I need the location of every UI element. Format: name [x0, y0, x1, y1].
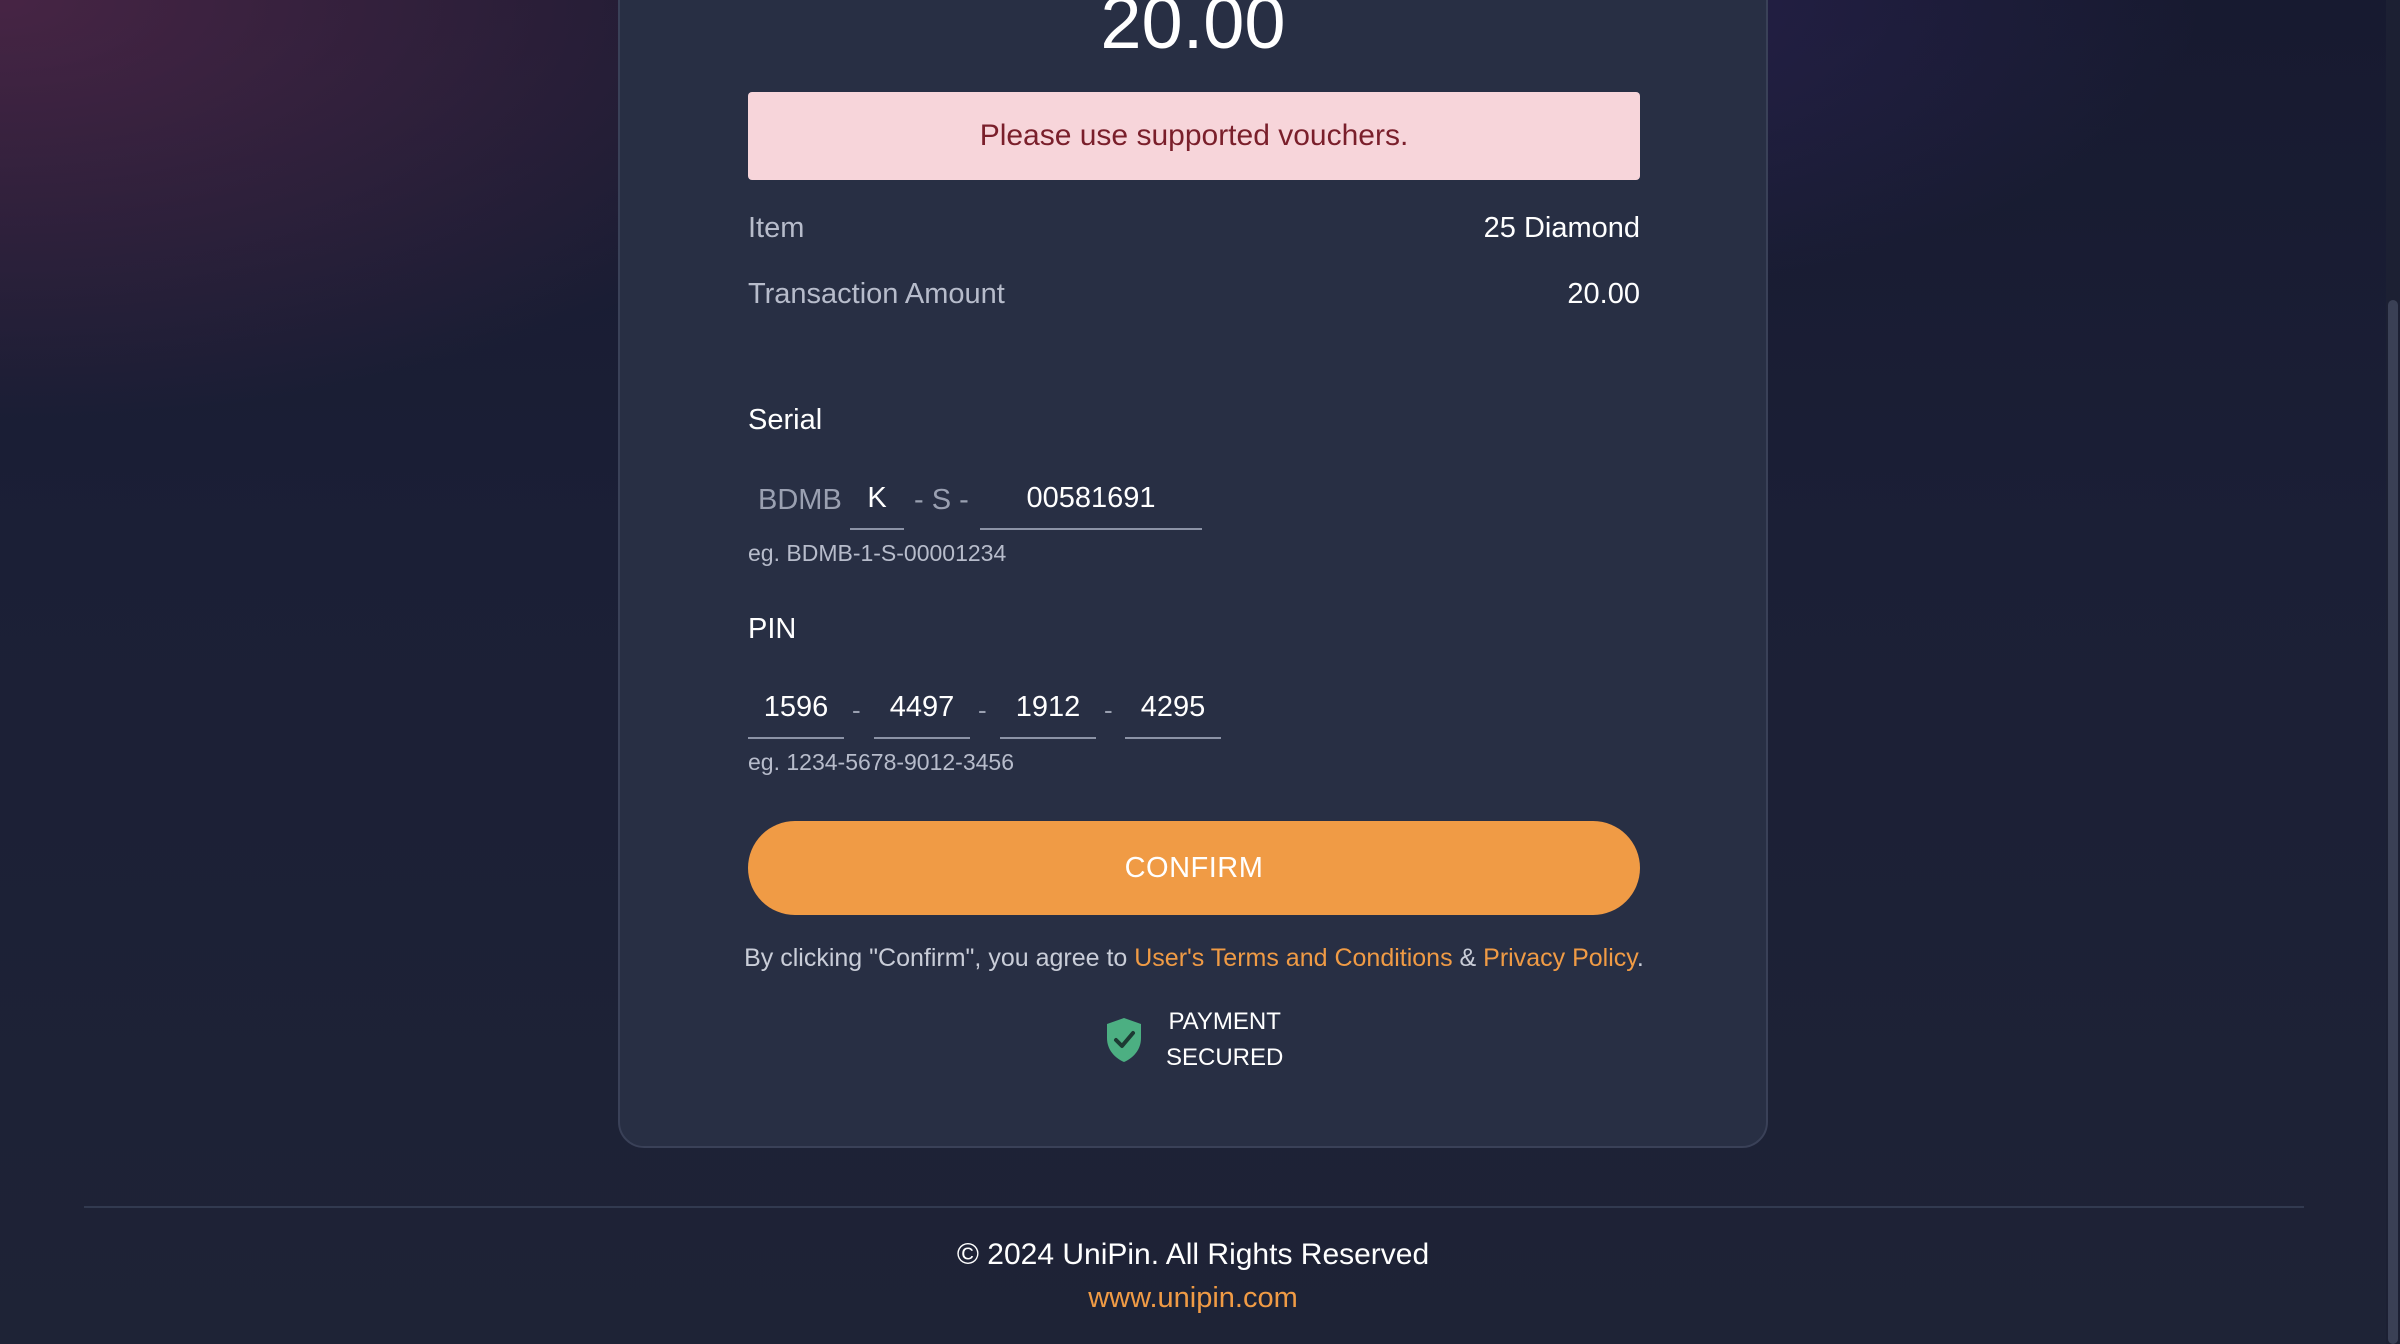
- serial-part1-input[interactable]: K: [850, 472, 904, 530]
- shield-check-icon: [1104, 1016, 1144, 1064]
- item-value: 25 Diamond: [1483, 212, 1640, 244]
- pin-part1-input[interactable]: 1596: [748, 681, 844, 739]
- privacy-link[interactable]: Privacy Policy: [1483, 944, 1637, 972]
- footer-website-link[interactable]: www.unipin.com: [0, 1282, 2386, 1315]
- terms-amp: &: [1452, 944, 1484, 972]
- confirm-button[interactable]: CONFIRM: [748, 821, 1640, 915]
- serial-label: Serial: [748, 404, 823, 436]
- pin-separator: -: [1104, 695, 1113, 725]
- terms-suffix: .: [1636, 944, 1644, 972]
- total-amount: 20.00: [1100, 0, 1286, 64]
- terms-prefix: By clicking "Confirm", you agree to: [744, 944, 1135, 972]
- pin-separator: -: [852, 695, 861, 725]
- footer-divider: [84, 1206, 2304, 1208]
- serial-middle-separator: - S -: [914, 484, 969, 516]
- pin-part3-input[interactable]: 1912: [1000, 681, 1096, 739]
- alert-message: Please use supported vouchers.: [979, 119, 1409, 152]
- pin-hint: eg. 1234-5678-9012-3456: [748, 749, 1015, 775]
- footer-copyright: © 2024 UniPin. All Rights Reserved: [956, 1238, 1430, 1271]
- secured-line1: PAYMENT: [1168, 1008, 1281, 1035]
- serial-prefix: BDMB: [758, 484, 842, 516]
- pin-part4-input[interactable]: 4295: [1125, 681, 1221, 739]
- pin-part2-input[interactable]: 4497: [874, 681, 970, 739]
- terms-notice: By clicking "Confirm", you agree to User…: [620, 944, 1768, 973]
- serial-part2-input[interactable]: 00581691: [980, 472, 1202, 530]
- transaction-amount-row: Transaction Amount 20.00: [748, 278, 1640, 311]
- transaction-amount-value: 20.00: [1567, 278, 1640, 310]
- serial-hint: eg. BDMB-1-S-00001234: [748, 540, 1007, 566]
- item-label: Item: [748, 212, 805, 244]
- transaction-amount-label: Transaction Amount: [748, 278, 1005, 310]
- terms-link[interactable]: User's Terms and Conditions: [1134, 944, 1452, 972]
- pin-label: PIN: [748, 613, 797, 645]
- scrollbar-thumb[interactable]: [2388, 300, 2398, 1344]
- pin-separator: -: [978, 695, 987, 725]
- payment-secured-badge: PAYMENT SECURED: [1104, 1004, 1283, 1076]
- secured-text: PAYMENT SECURED: [1166, 1004, 1283, 1076]
- secured-line2: SECURED: [1166, 1044, 1284, 1071]
- item-row: Item 25 Diamond: [748, 212, 1640, 245]
- voucher-error-alert: Please use supported vouchers.: [748, 92, 1640, 180]
- page-scrollbar[interactable]: [2386, 0, 2400, 1344]
